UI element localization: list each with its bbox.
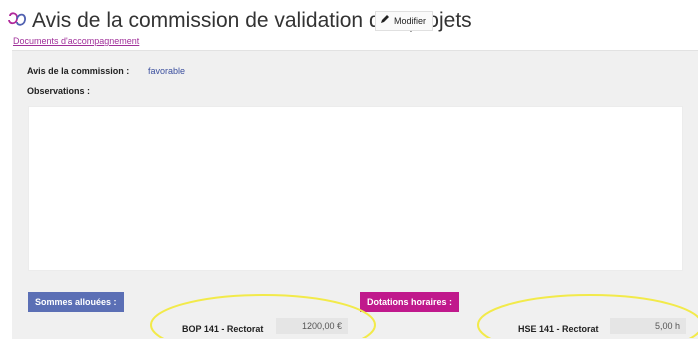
avis-label: Avis de la commission : [27, 66, 130, 76]
bop-row-label: BOP 141 - Rectorat [182, 324, 264, 334]
hse-row-label: HSE 141 - Rectorat [518, 324, 599, 334]
observations-label: Observations : [27, 86, 91, 96]
edit-button-label: Modifier [394, 16, 427, 26]
sommes-allouees-button[interactable]: Sommes allouées : [28, 292, 124, 312]
page-header: Avis de la commission de validation des … [0, 0, 698, 56]
hse-row-value: 5,00 h [610, 318, 686, 334]
dotations-horaires-button[interactable]: Dotations horaires : [360, 292, 460, 312]
app-logo-icon [6, 10, 28, 32]
observations-textarea[interactable] [28, 106, 683, 271]
documents-link[interactable]: Documents d'accompagnement [13, 36, 139, 46]
edit-button[interactable]: Modifier [375, 11, 434, 31]
pencil-icon [380, 12, 390, 30]
bop-row-value: 1200,00 € [276, 318, 348, 334]
avis-value: favorable [148, 66, 186, 76]
